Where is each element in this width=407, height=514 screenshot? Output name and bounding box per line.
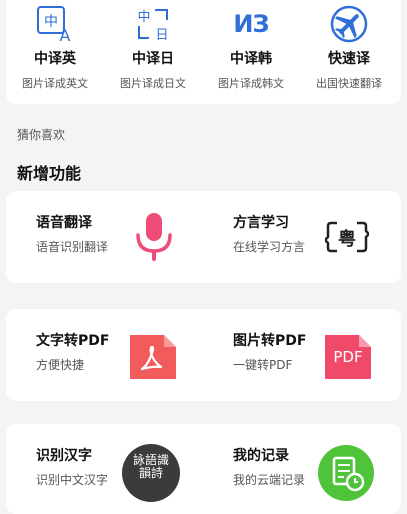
quick-tool-title: 快速译: [328, 51, 370, 67]
feature-card: 语音翻译 语音识别翻译 方言学习 在线学习方言 粤: [6, 191, 401, 283]
feature-title: 识别汉字: [36, 448, 92, 464]
feature-subtitle: 识别中文汉字: [36, 473, 109, 487]
korean-glyph: ИЗ: [233, 10, 269, 38]
microphone-icon: [136, 213, 172, 261]
section-title: 新增功能: [17, 164, 82, 183]
pdf-document-icon: PDF: [321, 331, 373, 383]
svg-text:A: A: [60, 26, 71, 44]
feature-text-to-pdf[interactable]: 文字转PDF 方便快捷: [6, 309, 203, 401]
feature-voice-translate[interactable]: 语音翻译 语音识别翻译: [6, 191, 203, 283]
feature-title: 图片转PDF: [233, 333, 307, 349]
feature-subtitle: 方便快捷: [36, 358, 85, 372]
feature-card: 文字转PDF 方便快捷 图片转PDF 一键转PDF PDF: [6, 309, 401, 401]
quick-tool-subtitle: 图片译成日文: [120, 77, 186, 90]
feature-my-records[interactable]: 我的记录 我的云端记录: [203, 424, 400, 514]
translate-zh-en-icon: 中 A: [37, 6, 71, 44]
pdf-file-icon: [130, 335, 176, 379]
feature-image-to-pdf[interactable]: 图片转PDF 一键转PDF PDF: [203, 309, 400, 401]
records-clock-icon: [318, 445, 374, 501]
quick-tool-fast[interactable]: 快速译 出国快速翻译: [300, 0, 398, 104]
svg-text:中: 中: [137, 10, 150, 25]
feature-subtitle: 我的云端记录: [233, 473, 306, 487]
feature-title: 文字转PDF: [36, 333, 110, 349]
quick-tool-subtitle: 出国快速翻译: [316, 77, 382, 90]
chinese-characters-glyph: 詠語識韻詩: [132, 453, 169, 480]
quick-tool-title: 中译英: [34, 51, 76, 67]
section-hint: 猜你喜欢: [17, 128, 66, 142]
svg-text:日: 日: [155, 28, 168, 43]
quick-tools-card: 中 A 中译英 图片译成英文 中 日 中译日 图片译成日文 ИЗ 中译韩 图片译…: [6, 0, 401, 104]
feature-dialect-learning[interactable]: 方言学习 在线学习方言 粤: [203, 191, 400, 283]
quick-tool-subtitle: 图片译成韩文: [218, 77, 284, 90]
chinese-characters-icon: 詠語識韻詩: [122, 444, 180, 502]
quick-tool-zh-ja[interactable]: 中 日 中译日 图片译成日文: [104, 0, 202, 104]
feature-recognize-chinese[interactable]: 识别汉字 识别中文汉字 詠語識韻詩: [6, 424, 203, 514]
cantonese-speech-icon: 粤: [325, 219, 369, 255]
feature-title: 语音翻译: [36, 215, 92, 231]
cantonese-glyph: 粤: [338, 229, 356, 250]
feature-card: 识别汉字 识别中文汉字 詠語識韻詩 我的记录 我的云端记录: [6, 424, 401, 514]
translate-zh-ja-icon: 中 日: [137, 9, 169, 43]
feature-title: 方言学习: [233, 215, 289, 231]
pdf-glyph: PDF: [333, 348, 363, 366]
feature-subtitle: 语音识别翻译: [36, 240, 109, 254]
translate-zh-ko-icon: ИЗ: [231, 4, 271, 44]
feature-title: 我的记录: [233, 448, 289, 464]
feature-subtitle: 一键转PDF: [233, 358, 293, 372]
feature-subtitle: 在线学习方言: [233, 240, 306, 254]
quick-tool-title: 中译韩: [230, 51, 272, 67]
quick-tool-zh-en[interactable]: 中 A 中译英 图片译成英文: [6, 0, 104, 104]
airplane-icon: [330, 5, 368, 43]
quick-tool-title: 中译日: [132, 51, 174, 67]
quick-tool-zh-ko[interactable]: ИЗ 中译韩 图片译成韩文: [202, 0, 300, 104]
quick-tool-subtitle: 图片译成英文: [22, 77, 88, 90]
svg-text:中: 中: [44, 14, 58, 30]
